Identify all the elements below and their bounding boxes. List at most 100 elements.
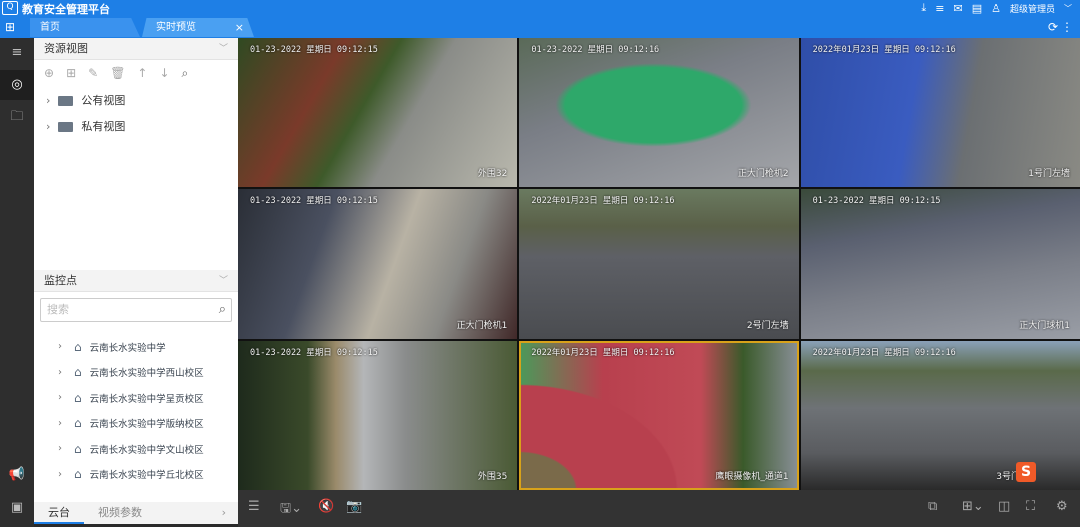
tab-ptz[interactable]: 云台 bbox=[34, 502, 84, 524]
chevron-right-icon[interactable]: › bbox=[58, 392, 66, 403]
folder-icon bbox=[58, 122, 74, 132]
video-tile[interactable]: 01-23-2022 星期日 09:12:15 正大门枪机1 bbox=[238, 189, 518, 339]
add-view-icon[interactable]: ⊞ bbox=[66, 66, 76, 82]
site-item[interactable]: › ⌂ 云南长水实验中学丘北校区 bbox=[34, 462, 238, 488]
search-icon[interactable]: ⌕ bbox=[182, 66, 189, 82]
gear-icon[interactable]: ⚙ bbox=[1056, 499, 1068, 514]
refresh-icon[interactable]: ⟳ bbox=[1048, 20, 1058, 34]
camera-timestamp: 2022年01月23日 星期日 09:12:16 bbox=[812, 347, 956, 358]
user-icon[interactable]: ♙ bbox=[991, 2, 1001, 15]
camera-name: 正大门枪机1 bbox=[456, 320, 508, 331]
camera-timestamp: 2022年01月23日 星期日 09:12:16 bbox=[812, 45, 956, 55]
document-icon[interactable]: ▤ bbox=[972, 2, 982, 15]
list-toggle-icon[interactable]: ☰ bbox=[248, 499, 260, 514]
video-tile-selected[interactable]: 2022年01月23日 星期日 09:12:16 鹰眼摄像机_通道1 bbox=[519, 340, 799, 490]
camera-name: 正大门球机1 bbox=[1019, 320, 1070, 331]
playback-folder-icon[interactable]: 🗀 bbox=[0, 102, 34, 132]
tab-label: 实时预览 bbox=[156, 22, 196, 33]
site-label: 云南长水实验中学呈贡校区 bbox=[89, 393, 204, 405]
resource-view-header[interactable]: 资源视图 ﹀ bbox=[34, 38, 238, 60]
search-placeholder: 搜索 bbox=[47, 303, 69, 316]
camera-name: 外围35 bbox=[477, 471, 508, 482]
camera-timestamp: 2022年01月23日 星期日 09:12:16 bbox=[531, 347, 675, 358]
tab-label: 首页 bbox=[40, 22, 60, 33]
chevron-down-icon[interactable]: ﹀ bbox=[219, 38, 228, 60]
download-icon[interactable]: ⤓ bbox=[921, 1, 926, 15]
edit-icon[interactable]: ✎ bbox=[88, 66, 98, 82]
site-label: 云南长水实验中学文山校区 bbox=[89, 444, 204, 456]
chevron-right-icon[interactable]: › bbox=[58, 367, 66, 378]
video-tile[interactable]: 01-23-2022 星期日 09:12:15 正大门球机1 bbox=[800, 189, 1080, 339]
chevron-down-icon[interactable]: ﹀ bbox=[219, 270, 228, 292]
video-tile[interactable]: 01-23-2022 星期日 09:12:15 外围32 bbox=[238, 38, 518, 188]
tab-live-preview[interactable]: 实时预览 × bbox=[142, 18, 254, 37]
chevron-right-icon[interactable]: › bbox=[222, 502, 226, 524]
tree-label: 私有视图 bbox=[81, 120, 126, 133]
apps-grid-icon[interactable]: ⊞ bbox=[5, 20, 15, 34]
mail-icon[interactable]: ✉ bbox=[953, 2, 962, 15]
camera-timestamp: 01-23-2022 星期日 09:12:15 bbox=[250, 347, 378, 358]
monitor-header[interactable]: 监控点 ﹀ bbox=[34, 270, 238, 292]
chevron-right-icon[interactable]: › bbox=[58, 469, 66, 480]
app-title: 教育安全管理平台 bbox=[22, 3, 110, 16]
settings-screen-icon[interactable]: ▣ bbox=[0, 493, 34, 523]
home-icon: ⌂ bbox=[74, 467, 82, 482]
more-icon[interactable]: ⋮ bbox=[1061, 20, 1073, 34]
resource-panel: 资源视图 ﹀ ⊕ ⊞ ✎ 🗑 ↑ ↓ ⌕ › 公有视图 › 私有视图 监控点 ﹀ 搜索 ⌕… bbox=[34, 38, 238, 524]
fullscreen-icon[interactable]: ⛶ bbox=[1026, 499, 1035, 514]
preview-icon[interactable]: ◎ bbox=[0, 70, 34, 100]
broadcast-icon[interactable]: 📢 bbox=[0, 460, 34, 490]
window-fit-icon[interactable]: ◫ bbox=[998, 499, 1010, 514]
chevron-right-icon[interactable]: › bbox=[58, 418, 66, 429]
video-tile[interactable]: 2022年01月23日 星期日 09:12:16 2号门左墙 bbox=[519, 189, 799, 339]
menu-icon[interactable]: ≡ bbox=[0, 38, 34, 68]
video-grid: 01-23-2022 星期日 09:12:15 外围32 01-23-2022 星… bbox=[238, 38, 1080, 490]
camera-name: 外围32 bbox=[477, 169, 508, 180]
camera-timestamp: 01-23-2022 星期日 09:12:15 bbox=[812, 196, 941, 207]
move-down-icon[interactable]: ↓ bbox=[159, 66, 169, 82]
move-up-icon[interactable]: ↑ bbox=[137, 66, 147, 82]
close-icon[interactable]: × bbox=[235, 18, 244, 37]
site-label: 云南长水实验中学丘北校区 bbox=[89, 470, 204, 482]
tree-item-public-view[interactable]: › 公有视图 bbox=[34, 88, 238, 114]
home-icon: ⌂ bbox=[74, 339, 82, 354]
search-input[interactable]: 搜索 ⌕ bbox=[40, 298, 232, 322]
site-item[interactable]: › ⌂ 云南长水实验中学文山校区 bbox=[34, 436, 238, 462]
video-tile[interactable]: 01-23-2022 星期日 09:12:15 外围35 bbox=[238, 340, 518, 490]
video-tile[interactable]: 2022年01月23日 星期日 09:12:16 3号门 S bbox=[800, 340, 1080, 490]
chevron-right-icon[interactable]: › bbox=[58, 443, 66, 454]
mute-icon[interactable]: 🔇 bbox=[318, 499, 334, 514]
site-item[interactable]: › ⌂ 云南长水实验中学呈贡校区 bbox=[34, 385, 238, 411]
tree-item-private-view[interactable]: › 私有视图 bbox=[34, 114, 238, 140]
video-toolbar: ☰ 🖫⌄ 🔇 📷 ⧉ ⊞⌄ ◫ ⛶ ⚙ bbox=[238, 490, 1080, 527]
top-bar: Q 教育安全管理平台 ⊞ 首页 实时预览 × ⤓ ≡ ✉ ▤ ♙ 超级管理员 ﹀ … bbox=[0, 0, 1080, 38]
user-name[interactable]: 超级管理员 bbox=[1010, 2, 1055, 15]
site-item[interactable]: › ⌂ 云南长水实验中学版纳校区 bbox=[34, 411, 238, 437]
list-icon[interactable]: ≡ bbox=[935, 2, 944, 15]
add-folder-icon[interactable]: ⊕ bbox=[44, 66, 54, 82]
layout-icon[interactable]: ⊞⌄ bbox=[962, 499, 984, 514]
camera-timestamp: 01-23-2022 星期日 09:12:15 bbox=[250, 45, 378, 55]
camera-timestamp: 2022年01月23日 星期日 09:12:16 bbox=[531, 196, 675, 207]
tab-home[interactable]: 首页 bbox=[30, 18, 140, 37]
chevron-down-icon[interactable]: ﹀ bbox=[1064, 3, 1072, 14]
camera-name: 鹰眼摄像机_通道1 bbox=[715, 471, 789, 482]
save-icon[interactable]: 🖫⌄ bbox=[280, 499, 302, 521]
site-label: 云南长水实验中学 bbox=[89, 342, 166, 354]
app-logo: Q bbox=[2, 1, 18, 15]
search-icon[interactable]: ⌕ bbox=[219, 299, 226, 321]
delete-icon[interactable]: 🗑 bbox=[110, 66, 125, 82]
camera-snapshot-icon[interactable]: 📷 bbox=[346, 499, 362, 514]
camera-name: 正大门枪机2 bbox=[737, 169, 789, 180]
tab-video-params[interactable]: 视频参数 bbox=[84, 502, 156, 524]
chevron-right-icon[interactable]: › bbox=[58, 341, 66, 352]
folder-icon bbox=[58, 96, 74, 106]
video-tile[interactable]: 2022年01月23日 星期日 09:12:16 1号门左墙 bbox=[800, 38, 1080, 188]
site-item[interactable]: › ⌂ 云南长水实验中学西山校区 bbox=[34, 360, 238, 386]
site-item[interactable]: › ⌂ 云南长水实验中学 bbox=[34, 334, 238, 360]
site-label: 云南长水实验中学版纳校区 bbox=[89, 419, 204, 431]
video-tile[interactable]: 01-23-2022 星期日 09:12:16 正大门枪机2 bbox=[519, 38, 799, 188]
section-title: 监控点 bbox=[44, 274, 77, 287]
home-icon: ⌂ bbox=[74, 441, 82, 456]
close-all-icon[interactable]: ⧉ bbox=[928, 499, 937, 514]
